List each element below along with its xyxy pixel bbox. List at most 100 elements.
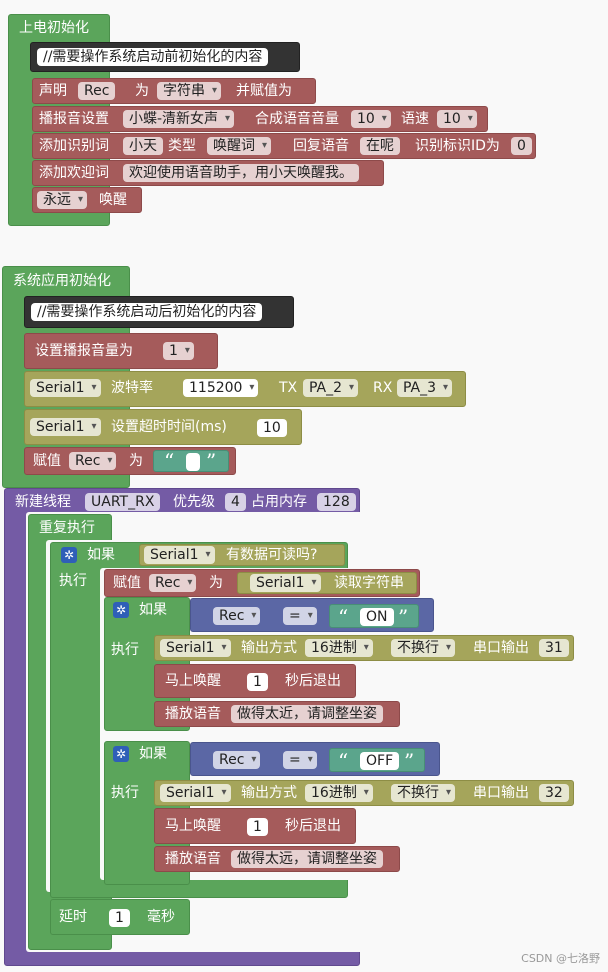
timeout-label: 设置超时时间(ms) (111, 419, 227, 435)
wake-on-value-field[interactable]: 1 (247, 673, 268, 691)
out-on-mode-dropdown[interactable]: 16进制 (305, 639, 373, 657)
compare-off-var-dropdown[interactable]: Rec (213, 751, 261, 769)
type-dropdown[interactable]: 字符串 (157, 82, 221, 100)
reply-field[interactable]: 在呢 (360, 137, 400, 155)
off-close-quote: ” (404, 749, 415, 773)
out-on-port-dropdown[interactable]: Serial1 (160, 639, 231, 657)
comment-block-1[interactable]: //需要操作系统启动前初始化的内容 (30, 42, 300, 72)
welcome-text-field[interactable]: 欢迎使用语音助手，用小天唤醒我。 (123, 164, 359, 182)
comment-text[interactable]: //需要操作系统启动前初始化的内容 (37, 48, 269, 66)
compare-off-op-dropdown[interactable]: = (283, 751, 317, 769)
wake-off-block[interactable]: 马上唤醒 1 秒后退出 (154, 808, 356, 844)
speak-on-block[interactable]: 播放语音 做得太近，请调整坐姿 (154, 701, 400, 727)
out-on-value-field[interactable]: 31 (539, 639, 569, 657)
repeat-label: 重复执行 (39, 520, 95, 536)
off-string-field[interactable]: OFF (360, 752, 400, 770)
assign-var-dropdown[interactable]: Rec (69, 452, 117, 470)
if-label: 如果 (87, 547, 115, 563)
cond-port-dropdown[interactable]: Serial1 (144, 546, 215, 564)
tx-label: TX (279, 380, 298, 396)
word-field[interactable]: 小天 (123, 137, 163, 155)
speak-off-text-field[interactable]: 做得太远，请调整坐姿 (231, 850, 383, 868)
voice-dropdown[interactable]: 小蝶-清新女声 (123, 110, 235, 128)
baud-dropdown[interactable]: 115200 (183, 379, 259, 397)
speak-on-label: 播放语音 (165, 706, 221, 722)
empty-string-field[interactable] (186, 453, 200, 471)
id-field[interactable]: 0 (511, 137, 532, 155)
assign-read-block[interactable]: 赋值 Rec 为 Serial1 读取字符串 (104, 569, 420, 597)
assign-label: 并赋值为 (236, 83, 292, 99)
compare-on-var-dropdown[interactable]: Rec (213, 607, 261, 625)
wake-off-suffix: 秒后退出 (285, 818, 341, 834)
on-string-block[interactable]: “ ON ” (329, 604, 419, 628)
out-off-value-field[interactable]: 32 (539, 784, 569, 802)
out-off-port-dropdown[interactable]: Serial1 (160, 784, 231, 802)
speak-off-block[interactable]: 播放语音 做得太远，请调整坐姿 (154, 846, 400, 872)
off-string-block[interactable]: “ OFF ” (329, 748, 425, 772)
serial-out-on-block[interactable]: Serial1 输出方式 16进制 不换行 串口输出 31 (154, 635, 574, 661)
id-label: 识别标识ID为 (415, 138, 500, 154)
as-label-2: 为 (129, 453, 143, 469)
assign-read-as: 为 (209, 575, 223, 591)
set-volume-block[interactable]: 设置播报音量为 1 (24, 333, 218, 369)
as-label: 为 (135, 83, 149, 99)
priority-field[interactable]: 4 (225, 493, 246, 511)
delay-unit: 毫秒 (147, 909, 175, 925)
wake-off-value-field[interactable]: 1 (247, 818, 268, 836)
timeout-port-dropdown[interactable]: Serial1 (30, 418, 101, 436)
read-port-dropdown[interactable]: Serial1 (250, 574, 321, 592)
compare-on-op-dropdown[interactable]: = (283, 607, 317, 625)
delay-block[interactable]: 延时 1 毫秒 (50, 899, 190, 935)
tx-pin-dropdown[interactable]: PA_2 (303, 379, 359, 397)
settings-gear-icon-3[interactable]: ✲ (113, 746, 129, 762)
timeout-value-field[interactable]: 10 (257, 419, 287, 437)
speak-off-label: 播放语音 (165, 851, 221, 867)
speed-dropdown[interactable]: 10 (437, 110, 477, 128)
volume-value-dropdown[interactable]: 1 (163, 342, 194, 360)
out-on-newline-dropdown[interactable]: 不换行 (391, 639, 455, 657)
wake-on-block[interactable]: 马上唤醒 1 秒后退出 (154, 664, 356, 698)
settings-gear-icon[interactable]: ✲ (61, 547, 77, 563)
out-on-mode-label: 输出方式 (241, 640, 297, 656)
comment-block-2[interactable]: //需要操作系统启动后初始化的内容 (24, 296, 294, 328)
on-string-field[interactable]: ON (360, 608, 394, 626)
wake-block[interactable]: 永远 唤醒 (32, 187, 142, 213)
compare-on-block[interactable]: Rec = “ ON ” (190, 598, 434, 632)
welcome-label: 添加欢迎词 (39, 165, 109, 181)
welcome-block[interactable]: 添加欢迎词 欢迎使用语音助手，用小天唤醒我。 (32, 160, 384, 186)
power-init-title: 上电初始化 (19, 20, 89, 36)
serial-begin-block[interactable]: Serial1 波特率 115200 TX PA_2 RX PA_3 (24, 371, 466, 407)
assign-rec-block[interactable]: 赋值 Rec 为 “ ” (24, 447, 236, 475)
memory-field[interactable]: 128 (317, 493, 356, 511)
var-name-field[interactable]: Rec (78, 82, 116, 100)
watermark-credit: CSDN @七洛野 (521, 952, 600, 965)
out-off-newline-dropdown[interactable]: 不换行 (391, 784, 455, 802)
settings-gear-icon-2[interactable]: ✲ (113, 602, 129, 618)
compare-off-block[interactable]: Rec = “ OFF ” (190, 742, 440, 776)
assign-read-var-dropdown[interactable]: Rec (149, 574, 197, 592)
serial-out-off-block[interactable]: Serial1 输出方式 16进制 不换行 串口输出 32 (154, 780, 574, 806)
baud-label: 波特率 (111, 380, 153, 396)
delay-value-field[interactable]: 1 (109, 909, 130, 927)
cmd-type-dropdown[interactable]: 唤醒词 (207, 137, 271, 155)
declare-var-block[interactable]: 声明 Rec 为 字符串 并赋值为 (32, 78, 316, 104)
thread-name-field[interactable]: UART_RX (85, 493, 161, 511)
add-command-block[interactable]: 添加识别词 小天 类型 唤醒词 回复语音 在呢 识别标识ID为 0 (32, 133, 536, 159)
rx-pin-dropdown[interactable]: PA_3 (397, 379, 453, 397)
open-quote: “ (164, 449, 175, 473)
serial-timeout-block[interactable]: Serial1 设置超时时间(ms) 10 (24, 409, 302, 445)
reply-label: 回复语音 (293, 138, 349, 154)
tts-setting-block[interactable]: 播报音设置 小蝶-清新女声 合成语音音量 10 语速 10 (32, 106, 488, 132)
read-string-block[interactable]: Serial1 读取字符串 (237, 572, 417, 594)
volume-dropdown[interactable]: 10 (351, 110, 391, 128)
comment-text-2[interactable]: //需要操作系统启动后初始化的内容 (31, 303, 263, 321)
available-block[interactable]: Serial1 有数据可读吗? (139, 544, 345, 566)
wake-mode-dropdown[interactable]: 永远 (37, 191, 87, 209)
speak-on-text-field[interactable]: 做得太近，请调整坐姿 (231, 705, 383, 723)
priority-label: 优先级 (173, 494, 215, 510)
serial-port-dropdown[interactable]: Serial1 (30, 379, 101, 397)
wake-on-suffix: 秒后退出 (285, 673, 341, 689)
empty-string-block[interactable]: “ ” (153, 450, 229, 472)
out-off-mode-dropdown[interactable]: 16进制 (305, 784, 373, 802)
close-quote: ” (206, 449, 217, 473)
